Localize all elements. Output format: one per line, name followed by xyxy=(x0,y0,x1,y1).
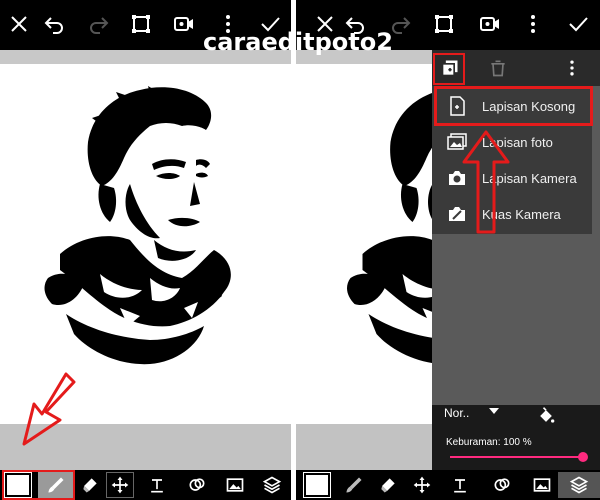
move-icon[interactable] xyxy=(408,472,436,498)
text-icon[interactable] xyxy=(143,472,171,498)
image-icon[interactable] xyxy=(221,472,249,498)
more-options-icon[interactable] xyxy=(516,7,550,41)
highlight-box-tools xyxy=(2,470,75,500)
close-icon[interactable] xyxy=(2,7,36,41)
left-screenshot xyxy=(0,0,291,500)
move-icon[interactable] xyxy=(106,472,134,498)
apply-check-icon[interactable] xyxy=(561,7,595,41)
image-icon[interactable] xyxy=(528,472,556,498)
crop-icon[interactable] xyxy=(124,7,158,41)
opacity-slider[interactable] xyxy=(450,456,583,458)
layers-icon[interactable] xyxy=(558,472,600,498)
sticker-icon[interactable] xyxy=(488,472,516,498)
sticker-icon[interactable] xyxy=(183,472,211,498)
delete-layer-icon[interactable] xyxy=(488,58,508,78)
paint-bucket-icon[interactable] xyxy=(536,406,556,426)
color-swatch[interactable] xyxy=(303,472,331,498)
video-icon[interactable] xyxy=(473,7,507,41)
watermark-text: caraeditpoto2 xyxy=(203,28,393,56)
eraser-icon[interactable] xyxy=(374,472,402,498)
crop-icon[interactable] xyxy=(427,7,461,41)
video-icon[interactable] xyxy=(167,7,201,41)
redo-icon[interactable] xyxy=(82,7,116,41)
layers-icon[interactable] xyxy=(258,472,286,498)
chevron-down-icon[interactable] xyxy=(489,408,499,416)
eraser-icon[interactable] xyxy=(76,472,104,498)
opacity-label: Keburaman: 100 % xyxy=(446,437,532,448)
brush-icon[interactable] xyxy=(340,472,368,498)
text-icon[interactable] xyxy=(446,472,474,498)
right-screenshot: Lapisan Kosong Lapisan foto Lapisan Kame… xyxy=(296,0,600,500)
bottom-toolbar xyxy=(296,470,600,500)
red-arrow-annotation xyxy=(462,130,510,234)
undo-icon[interactable] xyxy=(37,7,71,41)
highlight-box-add-layer xyxy=(433,53,465,85)
highlight-box-menu-item xyxy=(434,86,593,126)
blend-mode-select[interactable]: Nor.. xyxy=(444,406,469,420)
layers-more-icon[interactable] xyxy=(562,58,582,78)
red-arrow-annotation xyxy=(22,372,76,446)
opacity-slider-thumb[interactable] xyxy=(578,452,588,462)
